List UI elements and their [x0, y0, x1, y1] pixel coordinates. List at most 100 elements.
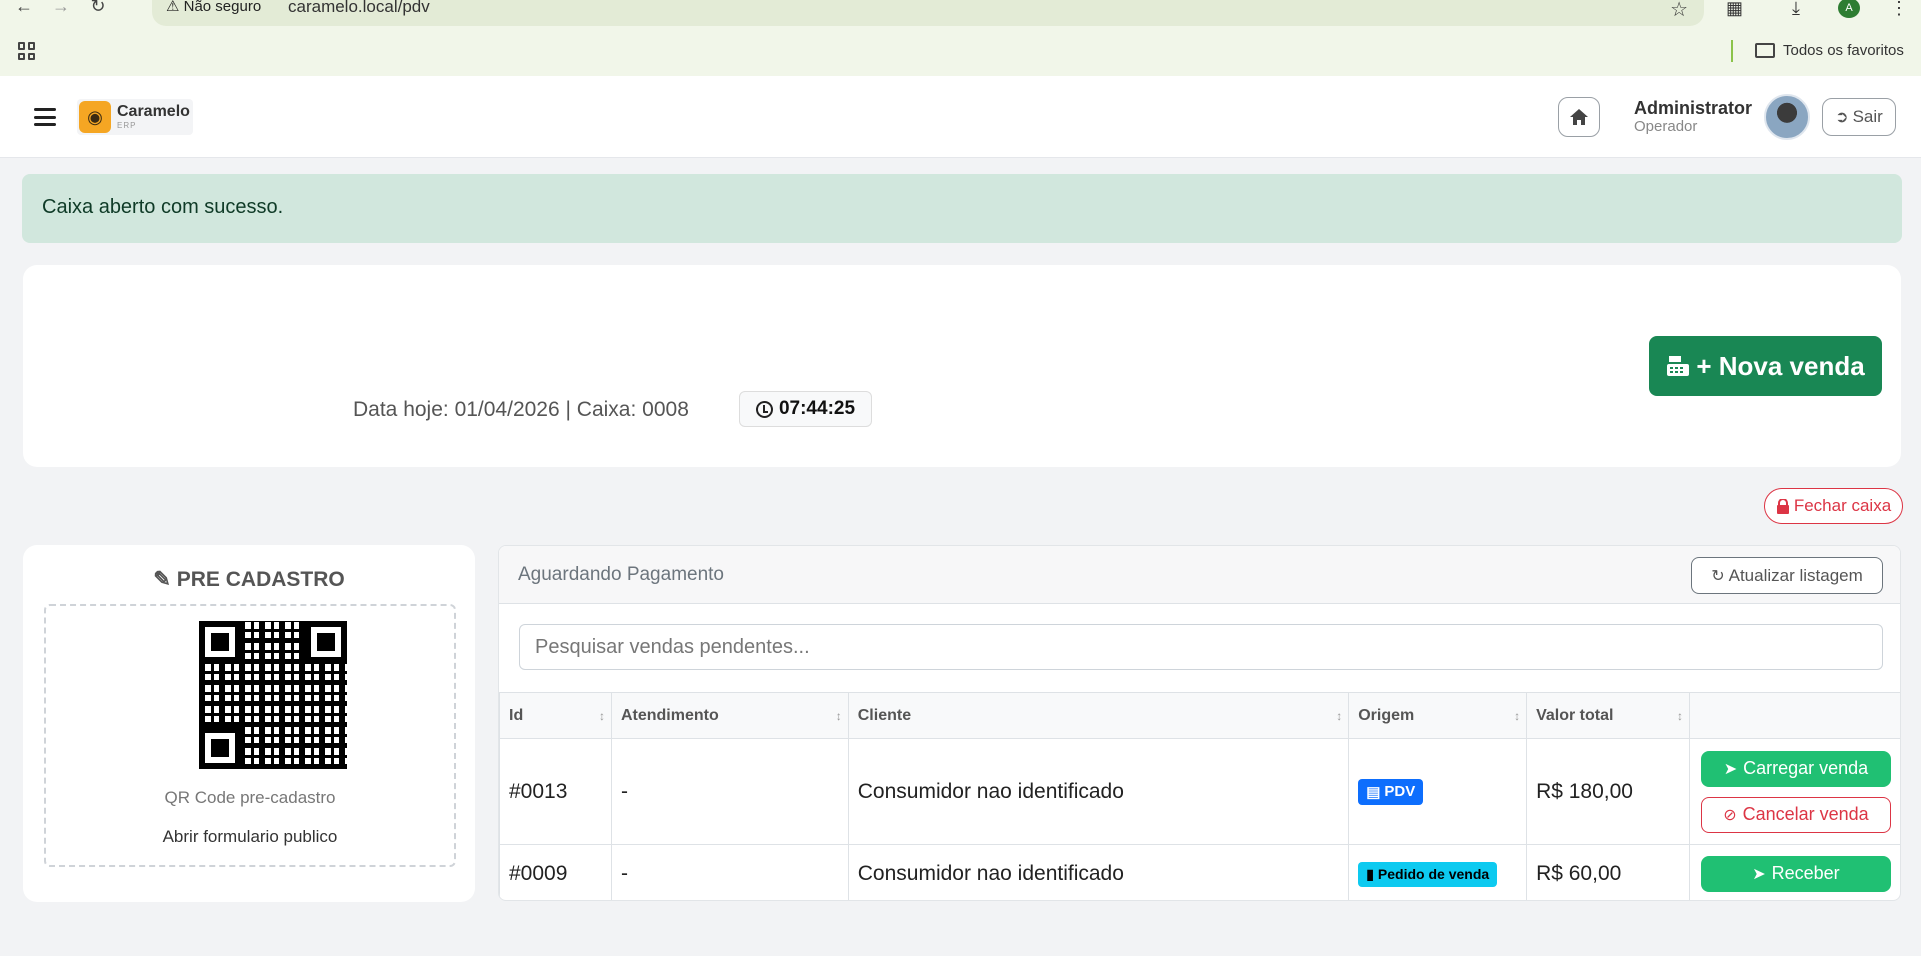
ban-icon: ⊘ — [1723, 806, 1737, 824]
sort-icon: ↕ — [835, 709, 842, 723]
refresh-list-button[interactable]: ↻ Atualizar listagem — [1691, 557, 1883, 594]
sign-out-icon: ➲ — [1835, 109, 1849, 126]
cell-actions: ➤ Carregar venda ⊘ Cancelar venda — [1688, 738, 1900, 845]
column-label: Cliente — [857, 706, 912, 724]
table-row: #0013 - Consumidor nao identificado ▤ PD… — [499, 738, 1900, 845]
download-icon[interactable]: ⤓ — [1792, 0, 1800, 19]
column-header-origem[interactable]: Origem ↕ — [1348, 692, 1528, 739]
profile-avatar-icon[interactable]: A — [1838, 0, 1860, 18]
pending-search-input[interactable] — [519, 624, 1883, 670]
cell-cliente: Consumidor nao identificado — [847, 844, 1350, 900]
qr-finder-pattern — [305, 621, 347, 663]
sort-icon: ↕ — [1336, 709, 1343, 723]
cancel-sale-button[interactable]: ⊘ Cancelar venda — [1700, 796, 1891, 833]
close-cashbox-label: Fechar caixa — [1793, 496, 1892, 515]
cash-register-icon: ▤ — [1366, 783, 1381, 801]
column-header-valor-total[interactable]: Valor total ↕ — [1526, 692, 1690, 739]
security-indicator[interactable]: ⚠ Não seguro — [166, 0, 261, 14]
apps-grid-icon[interactable] — [18, 42, 36, 60]
qr-finder-pattern — [199, 621, 241, 663]
cell-id: #0013 — [499, 738, 612, 845]
all-bookmarks-folder[interactable]: Todos os favoritos — [1755, 42, 1904, 59]
cell-actions: ➤ Receber — [1688, 844, 1900, 900]
cell-atendimento: - — [610, 844, 849, 900]
new-sale-button[interactable]: + Nova venda — [1649, 336, 1882, 396]
origin-badge: ▤ PDV — [1358, 778, 1424, 805]
folder-icon — [1755, 43, 1775, 58]
back-icon[interactable]: ← — [10, 0, 38, 16]
receive-label: Receber — [1771, 863, 1840, 883]
qr-container: QR Code pre-cadastro Abrir formulario pu… — [44, 604, 456, 867]
cell-origem: ▤ PDV — [1348, 738, 1528, 845]
cash-register-info-card: Data hoje: 01/04/2026 | Caixa: 0008 07:4… — [23, 265, 1901, 467]
load-sale-button[interactable]: ➤ Carregar venda — [1700, 750, 1891, 787]
rocket-icon: ➤ — [1752, 865, 1766, 883]
refresh-icon: ↻ — [1711, 567, 1725, 585]
logout-label: Sair — [1852, 107, 1883, 126]
qr-code-image[interactable] — [199, 621, 347, 769]
forward-icon[interactable]: → — [47, 0, 75, 16]
pending-title: Aguardando Pagamento — [518, 564, 724, 585]
sort-icon: ↕ — [598, 709, 605, 723]
clock-icon — [755, 400, 773, 418]
cell-cliente: Consumidor nao identificado — [847, 738, 1350, 845]
column-header-atendimento[interactable]: Atendimento ↕ — [610, 692, 849, 739]
cell-valor: R$ 60,00 — [1526, 844, 1690, 900]
receive-button[interactable]: ➤ Receber — [1700, 855, 1891, 892]
origin-label: PDV — [1384, 783, 1416, 800]
column-header-cliente[interactable]: Cliente ↕ — [847, 692, 1350, 739]
origin-label: Pedido de venda — [1377, 866, 1490, 882]
column-label: Origem — [1358, 706, 1415, 724]
app-header: ◉ Caramelo ERP Administrator Operador ➲ … — [0, 76, 1921, 158]
date-cashbox-text: Data hoje: 01/04/2026 | Caixa: 0008 — [353, 398, 689, 421]
security-label: Não seguro — [183, 0, 262, 15]
brand-subtitle: ERP — [117, 121, 137, 130]
url-text[interactable]: caramelo.local/pdv — [288, 0, 430, 15]
bookmark-separator — [1731, 40, 1733, 62]
success-alert: Caixa aberto com sucesso. — [22, 174, 1902, 243]
qr-caption: QR Code pre-cadastro — [164, 788, 336, 807]
refresh-label: Atualizar listagem — [1728, 565, 1863, 585]
sort-icon: ↕ — [1514, 709, 1521, 723]
cell-id: #0009 — [499, 844, 612, 900]
column-header-actions — [1688, 692, 1900, 739]
sort-icon: ↕ — [1676, 709, 1683, 723]
rocket-icon: ➤ — [1723, 760, 1738, 778]
origin-badge: ▮ Pedido de venda — [1358, 861, 1498, 887]
menu-toggle-icon[interactable] — [34, 108, 56, 126]
reload-icon[interactable]: ↻ — [84, 0, 112, 16]
browser-menu-icon[interactable]: ⋮ — [1890, 0, 1908, 19]
close-cashbox-button[interactable]: Fechar caixa — [1764, 488, 1903, 524]
column-header-id[interactable]: Id ↕ — [499, 692, 612, 739]
edit-icon: ✎ — [153, 568, 171, 591]
brand-logo[interactable]: ◉ Caramelo ERP — [77, 99, 193, 135]
table-header-row: Id ↕ Atendimento ↕ Cliente ↕ Origem ↕ Valor … — [499, 692, 1900, 739]
pre-registration-title: ✎ PRE CADASTRO — [23, 567, 475, 592]
column-label: Valor total — [1536, 706, 1614, 724]
pending-payments-card: Aguardando Pagamento ↻ Atualizar listage… — [498, 545, 1901, 901]
clock-time: 07:44:25 — [778, 398, 856, 419]
bookmarks-folder-label: Todos os favoritos — [1783, 42, 1904, 59]
column-label: Atendimento — [620, 706, 719, 724]
pending-sales-table: Id ↕ Atendimento ↕ Cliente ↕ Origem ↕ Valor … — [499, 692, 1900, 900]
home-icon — [1570, 109, 1588, 125]
bookmark-star-icon[interactable]: ☆ — [1670, 0, 1688, 22]
extensions-icon[interactable]: ▦ — [1726, 0, 1743, 19]
dog-logo-icon: ◉ — [79, 101, 111, 133]
new-sale-label: + Nova venda — [1696, 350, 1865, 381]
address-bar[interactable]: ⚠ Não seguro caramelo.local/pdv ☆ — [152, 0, 1704, 26]
table-row: #0009 - Consumidor nao identificado ▮ Pe… — [499, 844, 1900, 900]
browser-toolbar: ← → ↻ ⚠ Não seguro caramelo.local/pdv ☆ … — [0, 0, 1921, 76]
user-name: Administrator — [1634, 98, 1753, 118]
home-button[interactable] — [1558, 97, 1600, 137]
user-avatar[interactable] — [1764, 94, 1810, 140]
cancel-sale-label: Cancelar venda — [1742, 804, 1869, 824]
cash-register-icon — [1667, 356, 1690, 376]
cell-valor: R$ 180,00 — [1526, 738, 1690, 845]
lock-icon — [1776, 498, 1789, 514]
open-public-form-link[interactable]: Abrir formulario publico — [46, 827, 454, 847]
pre-registration-card: ✎ PRE CADASTRO QR Code pre-cadastro Abri… — [23, 545, 475, 902]
logout-button[interactable]: ➲ Sair — [1822, 98, 1896, 136]
file-icon: ▮ — [1366, 865, 1374, 882]
cell-atendimento: - — [610, 738, 849, 845]
